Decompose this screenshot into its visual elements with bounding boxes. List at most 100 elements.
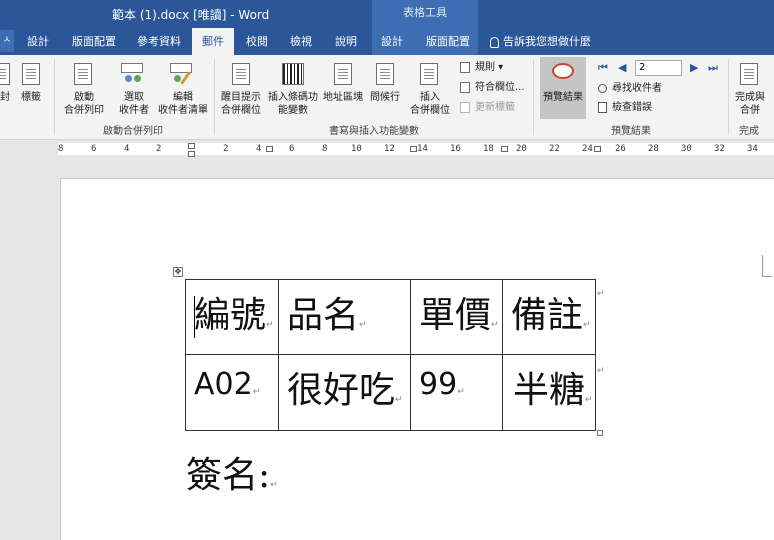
table-cell[interactable]: A02↵ (185, 354, 279, 431)
ruler-number: 28 (648, 144, 659, 154)
table-cell[interactable]: 99↵ (410, 354, 503, 431)
ruler-number: 30 (681, 144, 692, 154)
start-merge-button[interactable]: 啟動 合併列印 (62, 91, 106, 117)
ruler-number: 2 (223, 144, 229, 154)
previous-record-icon[interactable]: ◀ (618, 61, 626, 74)
word-window: 範本 (1).docx [唯讀] - Word 表格工具 設計 版面配置 參考資… (0, 0, 774, 540)
ruler-number: 18 (483, 144, 494, 154)
select-recipients-label-2: 收件者 (119, 105, 149, 116)
table-cell[interactable]: 半糖↵ (502, 354, 596, 431)
tab-references[interactable]: 參考資料 (137, 28, 181, 55)
tab-help[interactable]: 說明 (335, 28, 357, 55)
ruler-number: 12 (384, 144, 395, 154)
select-recipients-label-1: 選取 (124, 92, 144, 103)
match-fields-button[interactable]: 符合欄位... (460, 81, 525, 94)
column-marker[interactable] (501, 146, 508, 152)
envelopes-partial-label[interactable]: 封 (0, 91, 10, 104)
start-merge-label-1: 啟動 (74, 92, 94, 103)
highlight-fields-icon (232, 63, 250, 85)
insert-merge-field-icon (420, 63, 438, 85)
highlight-merge-fields-button[interactable]: 醒目提示 合併欄位 (218, 91, 264, 117)
table-tools-header: 表格工具 (372, 0, 478, 28)
cell-end-mark: ↵ (266, 320, 274, 330)
table-cell[interactable]: 編號↵ (185, 279, 279, 355)
column-marker[interactable] (410, 146, 417, 152)
column-marker[interactable] (594, 146, 601, 152)
finish-merge-icon (740, 63, 758, 85)
find-recipient-button[interactable]: 尋找收件者 (598, 82, 662, 95)
ruler-number: 32 (714, 144, 725, 154)
margin-corner-marker (762, 255, 772, 277)
collapse-ribbon-icon[interactable]: ㅅ (0, 30, 14, 52)
chevron-down-icon: ▾ (495, 62, 504, 73)
tab-review[interactable]: 校閱 (246, 28, 268, 55)
edit-list-label-2: 收件者清單 (158, 105, 208, 116)
ruler-number: 24 (582, 144, 593, 154)
first-record-icon[interactable]: ⏮ (598, 61, 608, 75)
edit-list-icon (170, 63, 194, 85)
table-cell[interactable]: 單價↵ (410, 279, 503, 355)
left-indent-marker[interactable] (188, 151, 195, 157)
group-divider (533, 59, 534, 135)
edit-recipient-list-button[interactable]: 編輯 收件者清單 (156, 91, 210, 117)
tab-design[interactable]: 設計 (27, 28, 49, 55)
next-record-icon[interactable]: ▶ (690, 61, 698, 74)
insert-merge-field-button[interactable]: 插入 合併欄位 (404, 91, 456, 117)
mailings-ribbon: 封 標籤 啟動 合併列印 選取 收件者 編輯 收件者清單 啟動合併列印 醒目提示… (0, 55, 774, 140)
tab-table-layout[interactable]: 版面配置 (426, 28, 470, 55)
check-errors-button[interactable]: 檢查錯誤 (598, 101, 652, 114)
cell-text: 半糖 (513, 370, 586, 411)
greeting-line-button[interactable]: 問候行 (370, 91, 400, 104)
rules-label: 規則 (475, 62, 495, 73)
update-labels-icon (460, 101, 470, 113)
ruler-strip: 8 6 4 2 2 4 6 8 10 12 14 16 18 20 22 24 … (58, 143, 774, 157)
data-table[interactable]: 編號↵ 品名↵ 單價↵ 備註↵ A02↵ 很好吃↵ 99↵ 半糖↵ (185, 279, 596, 431)
cell-text: 品名 (287, 295, 360, 336)
last-record-icon[interactable]: ⏭ (708, 61, 718, 75)
check-errors-icon (598, 101, 607, 113)
horizontal-ruler[interactable]: 8 6 4 2 2 4 6 8 10 12 14 16 18 20 22 24 … (0, 140, 774, 158)
edit-list-label-1: 編輯 (173, 92, 193, 103)
ruler-number: 20 (516, 144, 527, 154)
match-fields-icon (460, 81, 470, 93)
tell-me-box[interactable]: 告訴我您想做什麼 (490, 28, 591, 55)
first-line-indent-marker[interactable] (188, 143, 195, 149)
preview-results-icon (552, 63, 574, 79)
preview-results-button[interactable]: 預覽結果 (540, 57, 586, 119)
cell-text: 編號 (194, 295, 267, 336)
table-resize-handle[interactable] (597, 430, 603, 436)
ruler-number: 10 (351, 144, 362, 154)
tab-view[interactable]: 檢視 (290, 28, 312, 55)
finish-label-1: 完成與 (735, 92, 765, 103)
table-cell[interactable]: 備註↵ (502, 279, 596, 355)
cell-end-mark: ↵ (491, 320, 499, 330)
labels-icon (22, 63, 40, 85)
labels-button[interactable]: 標籤 (21, 91, 41, 104)
barcode-label-1: 插入條碼功 (268, 92, 318, 103)
record-number-input[interactable]: 2 (635, 60, 682, 76)
ruler-number: 2 (156, 144, 162, 154)
signature-line[interactable]: 簽名:↵ (186, 446, 278, 498)
tab-mailings[interactable]: 郵件 (192, 28, 234, 55)
column-marker[interactable] (266, 146, 273, 152)
tab-layout[interactable]: 版面配置 (72, 28, 116, 55)
table-cell[interactable]: 很好吃↵ (278, 354, 411, 431)
tab-table-design[interactable]: 設計 (381, 28, 403, 55)
insert-barcode-field-button[interactable]: 插入條碼功 能變數 (264, 91, 322, 117)
cell-text: 99 (419, 367, 458, 402)
ribbon-tab-bar: 設計 版面配置 參考資料 郵件 校閱 檢視 說明 設計 版面配置 告訴我您想做什… (0, 28, 774, 55)
table-move-handle[interactable]: ✥ (173, 267, 183, 277)
table-cell[interactable]: 品名↵ (278, 279, 411, 355)
ruler-number: 8 (322, 144, 328, 154)
finish-label-2: 合併 (740, 105, 760, 116)
cell-end-mark: ↵ (252, 387, 261, 397)
start-merge-label-2: 合併列印 (64, 105, 104, 116)
select-recipients-button[interactable]: 選取 收件者 (112, 91, 156, 117)
paragraph-mark: ↵ (270, 480, 278, 490)
update-labels-button[interactable]: 更新標籤 (460, 101, 515, 114)
finish-merge-button[interactable]: 完成與 合併 (730, 91, 770, 117)
check-errors-label: 檢查錯誤 (612, 102, 652, 113)
highlight-label-2: 合併欄位 (221, 105, 261, 116)
rules-button[interactable]: 規則 ▾ (460, 61, 503, 74)
address-block-button[interactable]: 地址區塊 (323, 91, 363, 104)
